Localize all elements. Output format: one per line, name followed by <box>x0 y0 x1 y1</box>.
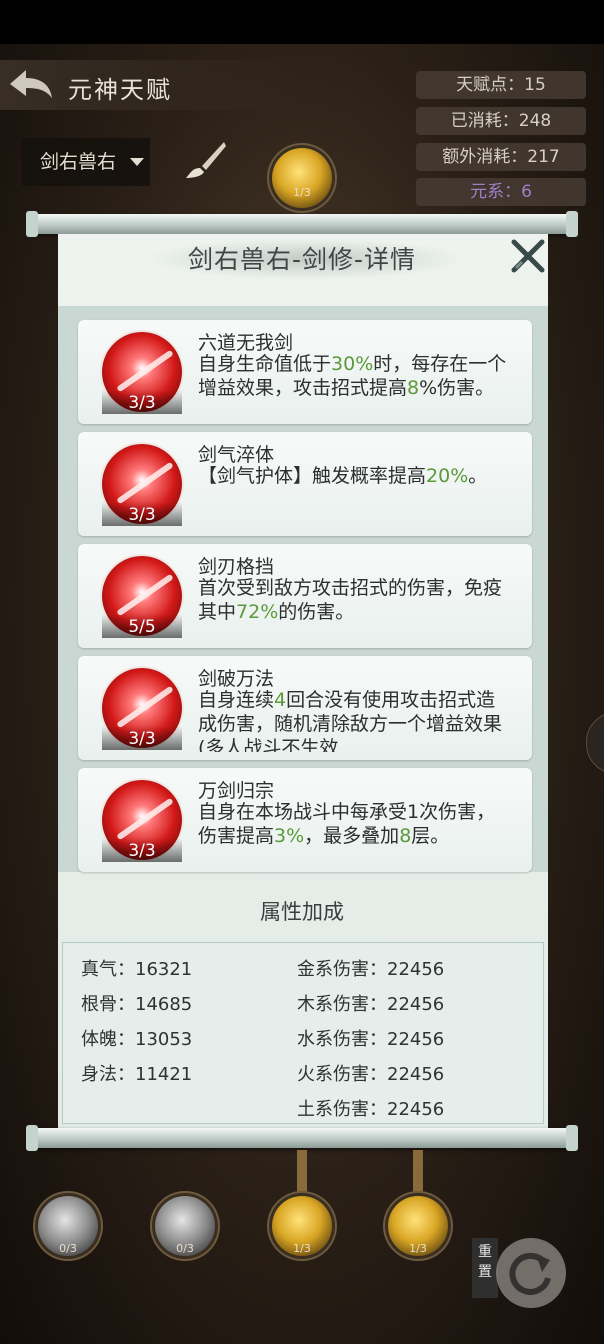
talent-node-count: 1/3 <box>293 1242 311 1255</box>
talent-node-top-count: 1/3 <box>293 186 311 199</box>
description-text: 自身连续 <box>198 689 275 711</box>
consumed-stat: 已消耗：248 <box>416 107 586 135</box>
skill-description: 自身生命值低于30%时，每存在一个增益效果，攻击招式提高8%伤害。 <box>198 352 510 416</box>
highlight-value: 4 <box>274 689 287 711</box>
skill-level: 3/3 <box>102 502 182 526</box>
element-stat: 元系：6 <box>416 178 586 206</box>
skill-level: 3/3 <box>102 390 182 414</box>
skill-name: 万剑归宗 <box>198 780 275 802</box>
talent-node-count: 0/3 <box>59 1242 77 1255</box>
description-text: 。 <box>468 465 488 487</box>
close-icon[interactable] <box>510 238 546 274</box>
scroll-roller-top <box>26 211 578 237</box>
extra-consumed-stat: 额外消耗：217 <box>416 143 586 171</box>
skill-card[interactable]: 3/3 剑破万法 自身连续4回合没有使用攻击招式造成伤害，随机清除敌方一个增益效… <box>78 656 532 760</box>
chevron-down-icon <box>130 158 144 166</box>
highlight-value: 3% <box>274 825 305 847</box>
rotate-icon <box>509 1252 551 1295</box>
skill-card[interactable]: 3/3 万剑归宗 自身在本场战斗中每承受1次伤害，伤害提高3%，最多叠加8层。 <box>78 768 532 872</box>
attribute-value: 身法：11421 <box>81 1064 193 1085</box>
description-text: ，最多叠加 <box>304 825 400 847</box>
attribute-value: 金系伤害：22456 <box>297 959 445 980</box>
attribute-value: 土系伤害：22456 <box>297 1099 445 1120</box>
talent-points-stat: 天赋点：15 <box>416 71 586 99</box>
skill-description: 【剑气护体】触发概率提高20%。 <box>198 464 510 528</box>
reset-button[interactable] <box>496 1238 566 1308</box>
skill-description: 首次受到敌方攻击招式的伤害，免疫其中72%的伤害。 <box>198 576 510 640</box>
highlight-value: 72% <box>236 601 279 623</box>
talent-node-top[interactable] <box>272 148 332 208</box>
skill-card[interactable]: 3/3 六道无我剑 自身生命值低于30%时，每存在一个增益效果，攻击招式提高8%… <box>78 320 532 424</box>
attribute-value: 木系伤害：22456 <box>297 994 445 1015</box>
highlight-value: 8 <box>399 825 412 847</box>
talent-node-count: 1/3 <box>409 1242 427 1255</box>
talent-node-count: 0/3 <box>176 1242 194 1255</box>
description-text: 【剑气护体】触发概率提高 <box>198 465 427 487</box>
attribute-value: 体魄：13053 <box>81 1029 193 1050</box>
attribute-value: 根骨：14685 <box>81 994 193 1015</box>
attribute-value: 火系伤害：22456 <box>297 1064 445 1085</box>
skill-description: 自身在本场战斗中每承受1次伤害，伤害提高3%，最多叠加8层。 <box>198 800 510 864</box>
scroll-roller-bottom <box>26 1125 578 1151</box>
description-text: 自身生命值低于 <box>198 353 332 375</box>
status-bar <box>0 0 604 44</box>
skill-list[interactable]: 3/3 六道无我剑 自身生命值低于30%时，每存在一个增益效果，攻击招式提高8%… <box>58 306 548 872</box>
skill-level: 3/3 <box>102 726 182 750</box>
attributes-heading: 属性加成 <box>260 900 344 924</box>
skill-name: 剑刃格挡 <box>198 556 275 578</box>
skill-level: 3/3 <box>102 838 182 862</box>
skill-card[interactable]: 5/5 剑刃格挡 首次受到敌方攻击招式的伤害，免疫其中72%的伤害。 <box>78 544 532 648</box>
attribute-value: 真气：16321 <box>81 959 193 980</box>
skill-card[interactable]: 3/3 剑气淬体 【剑气护体】触发概率提高20%。 <box>78 432 532 536</box>
skill-description: 自身连续4回合没有使用攻击招式造成伤害，随机清除敌方一个增益效果(多人战斗不生效 <box>198 688 510 752</box>
skill-name: 剑气淬体 <box>198 444 275 466</box>
brush-icon[interactable] <box>184 140 228 180</box>
skill-name: 剑破万法 <box>198 668 275 690</box>
build-selector-value: 剑右兽右 <box>40 151 117 173</box>
skill-level: 5/5 <box>102 614 182 638</box>
highlight-value: 30% <box>331 353 374 375</box>
description-text: %伤害。 <box>419 377 495 399</box>
description-text: 的伤害。 <box>278 601 355 623</box>
skill-name: 六道无我剑 <box>198 332 294 354</box>
attributes-box: 真气：16321 根骨：14685 体魄：13053 身法：11421 金系伤害… <box>62 942 544 1124</box>
reset-label: 重置 <box>472 1238 498 1298</box>
highlight-value: 8 <box>407 377 420 399</box>
page-title: 元神天赋 <box>68 76 172 104</box>
attribute-value: 水系伤害：22456 <box>297 1029 445 1050</box>
build-selector-dropdown[interactable]: 剑右兽右 <box>22 138 150 186</box>
description-text: 层。 <box>411 825 450 847</box>
highlight-value: 20% <box>426 465 469 487</box>
back-arrow-icon[interactable] <box>8 66 54 102</box>
